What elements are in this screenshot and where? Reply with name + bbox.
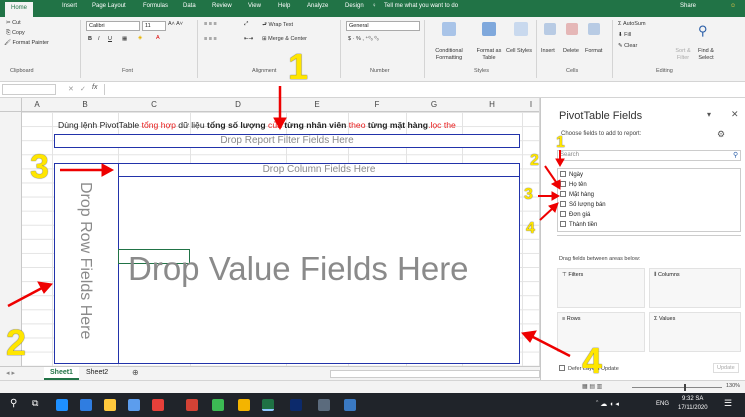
annotation-small-1: 1 xyxy=(556,134,565,151)
annotation-small-2: 2 xyxy=(530,152,539,169)
annotation-arrows xyxy=(7,86,571,358)
annotation-small-4: 4 xyxy=(526,220,535,237)
annotation-number-2: 2 xyxy=(6,322,27,363)
annotation-number-4: 4 xyxy=(582,340,603,381)
annotation-number-3: 3 xyxy=(30,148,49,186)
annotation-number-1: 1 xyxy=(288,46,309,87)
annotation-small-3: 3 xyxy=(524,186,533,203)
